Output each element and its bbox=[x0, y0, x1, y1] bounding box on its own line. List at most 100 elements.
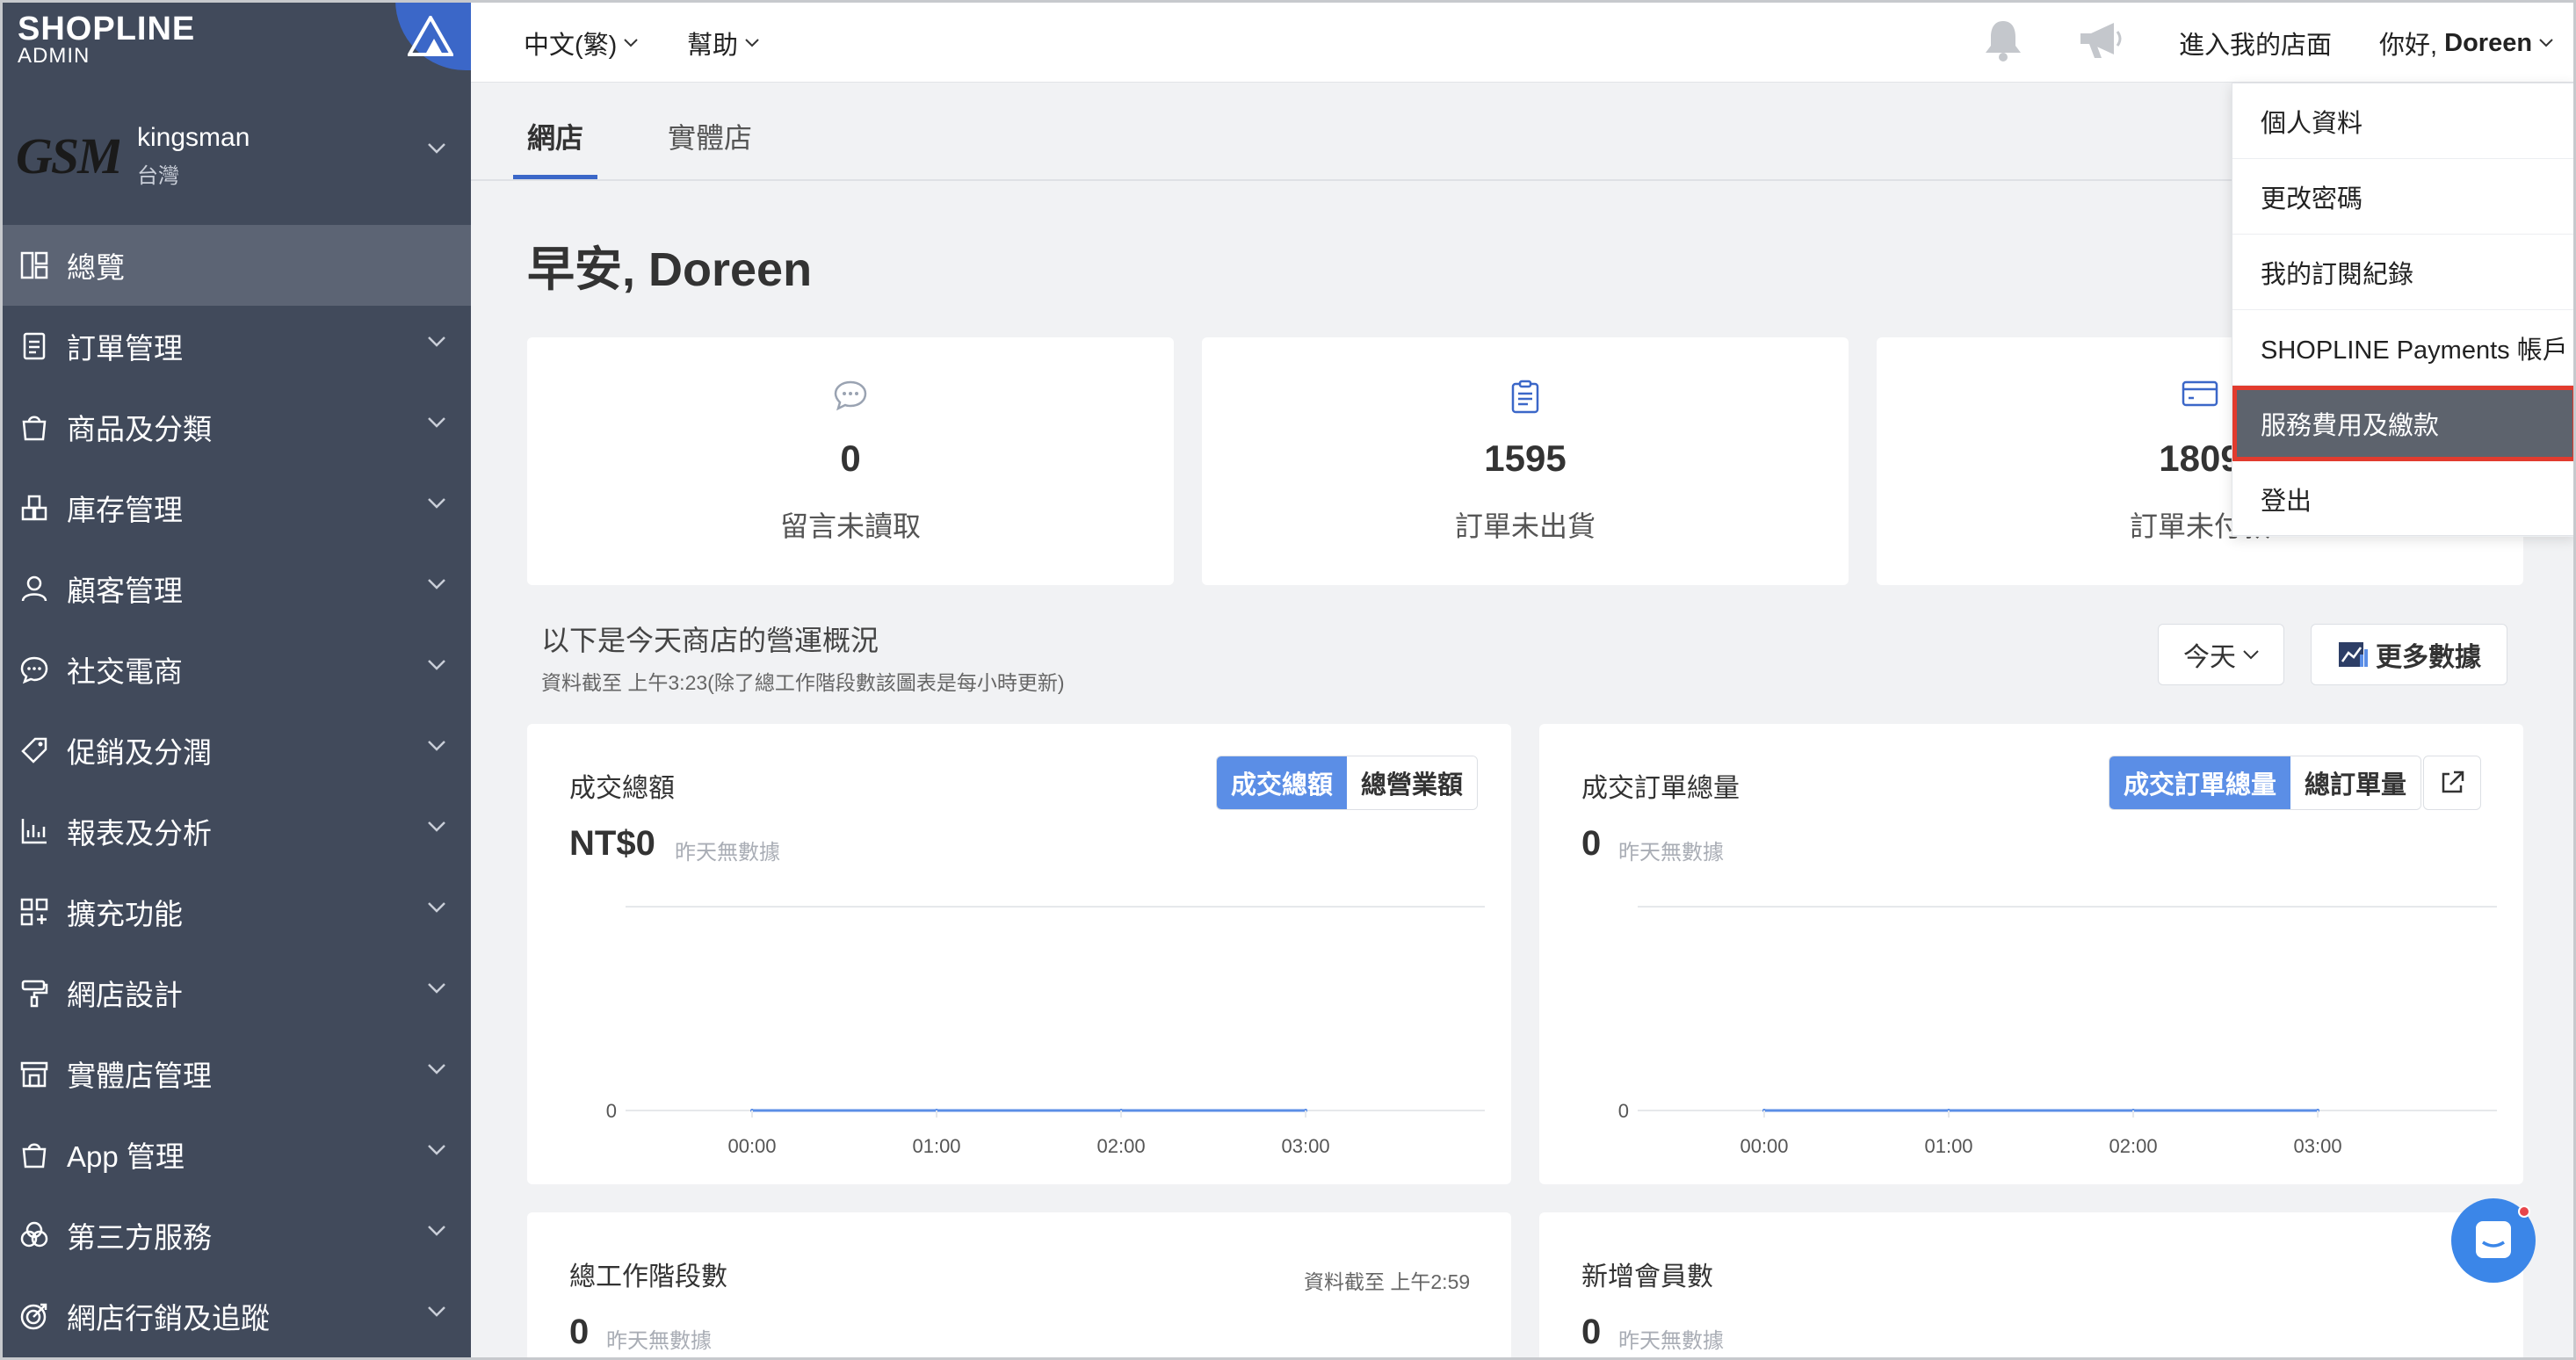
card-value: 0 bbox=[569, 1313, 590, 1351]
sidebar-item-1[interactable]: 訂單管理 bbox=[0, 306, 471, 387]
sidebar-item-label: App 管理 bbox=[67, 1140, 185, 1173]
x-tick-label: 02:00 bbox=[2109, 1135, 2158, 1157]
card-comparison: 昨天無數據 bbox=[606, 1329, 712, 1353]
sessions-card: 總工作階段數 資料截至 上午2:59 0 昨天無數據 bbox=[527, 1212, 1511, 1360]
clipboard-icon bbox=[1511, 380, 1539, 414]
menu-item-5[interactable]: 登出 bbox=[2232, 461, 2576, 537]
chevron-down-icon bbox=[427, 1306, 446, 1322]
sidebar: SHOPLINE ADMIN GSM kingsman 台灣 總覽訂單管理商品及… bbox=[0, 0, 471, 1360]
stat-card-unshipped-orders[interactable]: 1595 訂單未出貨 bbox=[1202, 337, 1849, 585]
brand: SHOPLINE ADMIN bbox=[0, 0, 471, 83]
chevron-down-icon bbox=[427, 1144, 446, 1161]
sidebar-item-12[interactable]: 第三方服務 bbox=[0, 1195, 471, 1276]
chevron-down-icon bbox=[427, 578, 446, 595]
sidebar-item-13[interactable]: 網店行銷及追蹤 bbox=[0, 1276, 471, 1356]
x-tick-label: 03:00 bbox=[2294, 1135, 2342, 1157]
app-bag-icon bbox=[19, 1139, 49, 1169]
megaphone-icon[interactable] bbox=[2077, 19, 2124, 61]
visit-store-link[interactable]: 進入我的店面 bbox=[2179, 25, 2332, 61]
orders-line-chart: 0 00:00 01:00 02:00 03:00 bbox=[1618, 906, 2497, 1157]
help-menu[interactable]: 幫助 bbox=[687, 25, 759, 61]
page-greeting: 早安, Doreen bbox=[527, 243, 813, 296]
dashboard-icon bbox=[19, 250, 49, 280]
sidebar-item-11[interactable]: App 管理 bbox=[0, 1114, 471, 1195]
brand-subtitle: ADMIN bbox=[18, 44, 90, 68]
sidebar-item-10[interactable]: 實體店管理 bbox=[0, 1033, 471, 1114]
chevron-down-icon bbox=[2539, 39, 2553, 47]
top-bar: 中文(繁) 幫助 進入我的店面 你好, Doreen bbox=[471, 0, 2576, 83]
language-selector[interactable]: 中文(繁) bbox=[524, 25, 639, 61]
menu-item-2[interactable]: 我的訂閱紀錄 bbox=[2232, 235, 2576, 310]
third-party-icon bbox=[19, 1220, 49, 1250]
more-data-label: 更多數據 bbox=[2376, 643, 2481, 672]
x-tick-label: 01:00 bbox=[1924, 1135, 1972, 1157]
y-tick-label: 0 bbox=[606, 1100, 617, 1122]
chevron-down-icon bbox=[427, 1063, 446, 1080]
stat-card-unread-messages[interactable]: 0 留言未讀取 bbox=[527, 337, 1174, 585]
sidebar-item-6[interactable]: 促銷及分潤 bbox=[0, 710, 471, 791]
user-greeting-prefix: 你好, bbox=[2379, 32, 2438, 60]
sidebar-item-label: 擴充功能 bbox=[67, 898, 183, 930]
active-tab-indicator bbox=[513, 175, 597, 179]
sales-line-chart: 0 00:00 01:00 02:00 03:00 bbox=[606, 906, 1485, 1157]
store-icon bbox=[19, 1059, 49, 1089]
shop-switcher[interactable]: GSM kingsman 台灣 bbox=[0, 100, 471, 214]
user-name: Doreen bbox=[2444, 28, 2533, 57]
sidebar-item-label: 商品及分類 bbox=[67, 413, 212, 445]
note-prefix: 資料截至 bbox=[541, 671, 622, 694]
stat-label: 留言未讀取 bbox=[779, 510, 921, 542]
sidebar-item-8[interactable]: 擴充功能 bbox=[0, 872, 471, 952]
menu-item-3[interactable]: SHOPLINE Payments 帳戶 bbox=[2232, 310, 2576, 386]
sidebar-item-label: 實體店管理 bbox=[67, 1060, 212, 1092]
chevron-down-icon bbox=[745, 39, 759, 47]
report-icon bbox=[19, 816, 49, 846]
more-data-button[interactable]: 更多數據 bbox=[2311, 624, 2507, 685]
sidebar-item-2[interactable]: 商品及分類 bbox=[0, 387, 471, 467]
sidebar-item-label: 網店行銷及追蹤 bbox=[67, 1302, 270, 1335]
sidebar-item-7[interactable]: 報表及分析 bbox=[0, 791, 471, 872]
overview-title: 以下是今天商店的營運概況 bbox=[541, 625, 879, 656]
x-tick-label: 01:00 bbox=[912, 1135, 960, 1157]
chevron-down-icon bbox=[427, 901, 446, 918]
sidebar-item-label: 顧客管理 bbox=[67, 575, 183, 607]
bag-icon bbox=[19, 412, 49, 442]
notification-dot bbox=[2518, 1205, 2530, 1218]
bell-icon[interactable] bbox=[1982, 18, 2024, 63]
tab-online-store[interactable]: 網店 bbox=[527, 116, 583, 156]
menu-item-4[interactable]: 服務費用及繳款 bbox=[2232, 386, 2576, 461]
sidebar-item-5[interactable]: 社交電商 bbox=[0, 629, 471, 710]
user-icon bbox=[19, 574, 49, 604]
stat-value: 0 bbox=[840, 438, 861, 479]
tag-icon bbox=[19, 735, 49, 765]
sidebar-item-label: 社交電商 bbox=[67, 655, 183, 688]
note-suffix: (除了總工作階段數該圖表是每小時更新) bbox=[707, 671, 1065, 694]
chevron-down-icon bbox=[427, 982, 446, 999]
menu-item-0[interactable]: 個人資料 bbox=[2232, 83, 2576, 159]
sidebar-item-9[interactable]: 網店設計 bbox=[0, 952, 471, 1033]
sidebar-item-label: 網店設計 bbox=[67, 979, 183, 1011]
chevron-down-icon bbox=[427, 336, 446, 352]
tab-retail-store[interactable]: 實體店 bbox=[668, 116, 752, 156]
menu-item-1[interactable]: 更改密碼 bbox=[2232, 159, 2576, 235]
card-value: 0 bbox=[1581, 1313, 1602, 1351]
collapse-sidebar-button[interactable] bbox=[395, 0, 471, 70]
sidebar-item-3[interactable]: 庫存管理 bbox=[0, 467, 471, 548]
chevron-down-icon bbox=[427, 416, 446, 433]
credit-card-icon bbox=[2182, 380, 2218, 407]
sidebar-item-label: 總覽 bbox=[67, 251, 125, 284]
stat-label: 訂單未出貨 bbox=[1454, 510, 1596, 542]
shop-name: kingsman bbox=[137, 123, 250, 152]
inventory-icon bbox=[19, 493, 49, 523]
user-menu[interactable]: 你好, Doreen bbox=[2379, 25, 2553, 61]
stat-value: 1595 bbox=[1484, 438, 1567, 479]
language-label: 中文(繁) bbox=[524, 32, 618, 60]
sidebar-item-0[interactable]: 總覽 bbox=[0, 225, 471, 306]
sessions-updated-note: 資料截至 上午2:59 bbox=[1304, 1270, 1471, 1293]
order-icon bbox=[19, 331, 49, 361]
sidebar-nav: 總覽訂單管理商品及分類庫存管理顧客管理社交電商促銷及分潤 報表及分析擴充功能網店設… bbox=[0, 225, 471, 1356]
period-select[interactable]: 今天 bbox=[2158, 624, 2284, 685]
shop-region: 台灣 bbox=[137, 164, 179, 188]
brand-logo: SHOPLINE bbox=[18, 11, 196, 47]
sidebar-item-4[interactable]: 顧客管理 bbox=[0, 548, 471, 629]
apps-icon bbox=[19, 897, 49, 927]
